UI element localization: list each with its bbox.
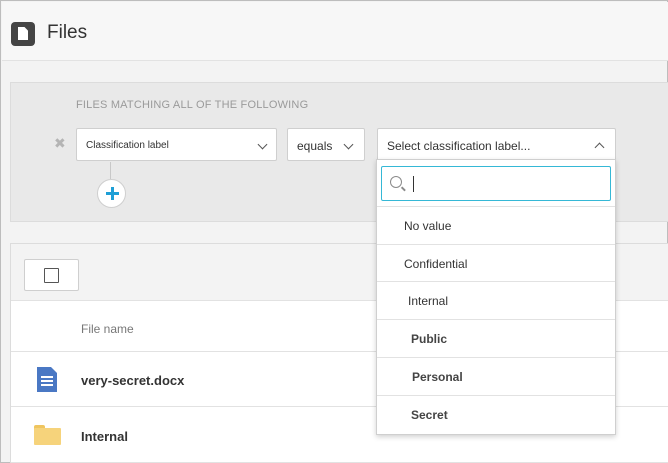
dropdown-option-public[interactable]: Public [377, 319, 615, 357]
option-label: Confidential [404, 257, 468, 271]
text-cursor [413, 176, 414, 192]
remove-condition-icon[interactable]: ✖ [54, 135, 66, 152]
option-label: Internal [408, 294, 449, 308]
select-all-checkbox[interactable] [24, 259, 79, 291]
word-document-icon [37, 367, 57, 392]
option-label: Secret [411, 408, 448, 422]
classification-label-placeholder: Select classification label... [387, 139, 531, 153]
dropdown-option-no-value[interactable]: No value [377, 206, 615, 244]
filter-operator-value: equals [297, 139, 333, 153]
add-condition-button[interactable] [97, 179, 126, 208]
classification-label-dropdown: No value Confidential Internal Public Pe… [376, 159, 616, 435]
dropdown-search-input[interactable] [412, 173, 602, 193]
chevron-up-icon [594, 142, 605, 153]
filter-operator-select[interactable]: equals [287, 128, 365, 161]
filter-heading: FILES MATCHING ALL OF THE FOLLOWING [76, 99, 309, 111]
chevron-down-icon [257, 139, 268, 150]
dropdown-option-secret[interactable]: Secret [377, 395, 615, 433]
file-name[interactable]: very-secret.docx [81, 373, 184, 388]
window-frame: Files FILES MATCHING ALL OF THE FOLLOWIN… [0, 0, 668, 463]
checkbox-icon [44, 268, 59, 283]
option-label: Public [411, 332, 448, 346]
page-header: Files [2, 2, 668, 61]
search-icon [390, 176, 402, 188]
file-name[interactable]: Internal [81, 429, 128, 444]
dropdown-option-personal[interactable]: Personal [377, 357, 615, 395]
option-label: No value [404, 219, 452, 233]
option-label: Personal [412, 370, 463, 384]
folder-icon [34, 425, 61, 445]
dropdown-option-internal[interactable]: Internal [377, 281, 615, 319]
classification-label-select[interactable]: Select classification label... [377, 128, 616, 161]
column-header-file-name[interactable]: File name [81, 322, 134, 336]
dropdown-search-field[interactable] [381, 166, 611, 201]
page-title: Files [47, 22, 88, 43]
plus-icon [106, 187, 119, 200]
chevron-down-icon [343, 139, 354, 150]
filter-field-value: Classification label [86, 140, 169, 151]
dropdown-option-confidential[interactable]: Confidential [377, 244, 615, 282]
file-icon [11, 22, 35, 46]
filter-field-select[interactable]: Classification label [76, 128, 277, 161]
condition-connector [110, 162, 111, 179]
